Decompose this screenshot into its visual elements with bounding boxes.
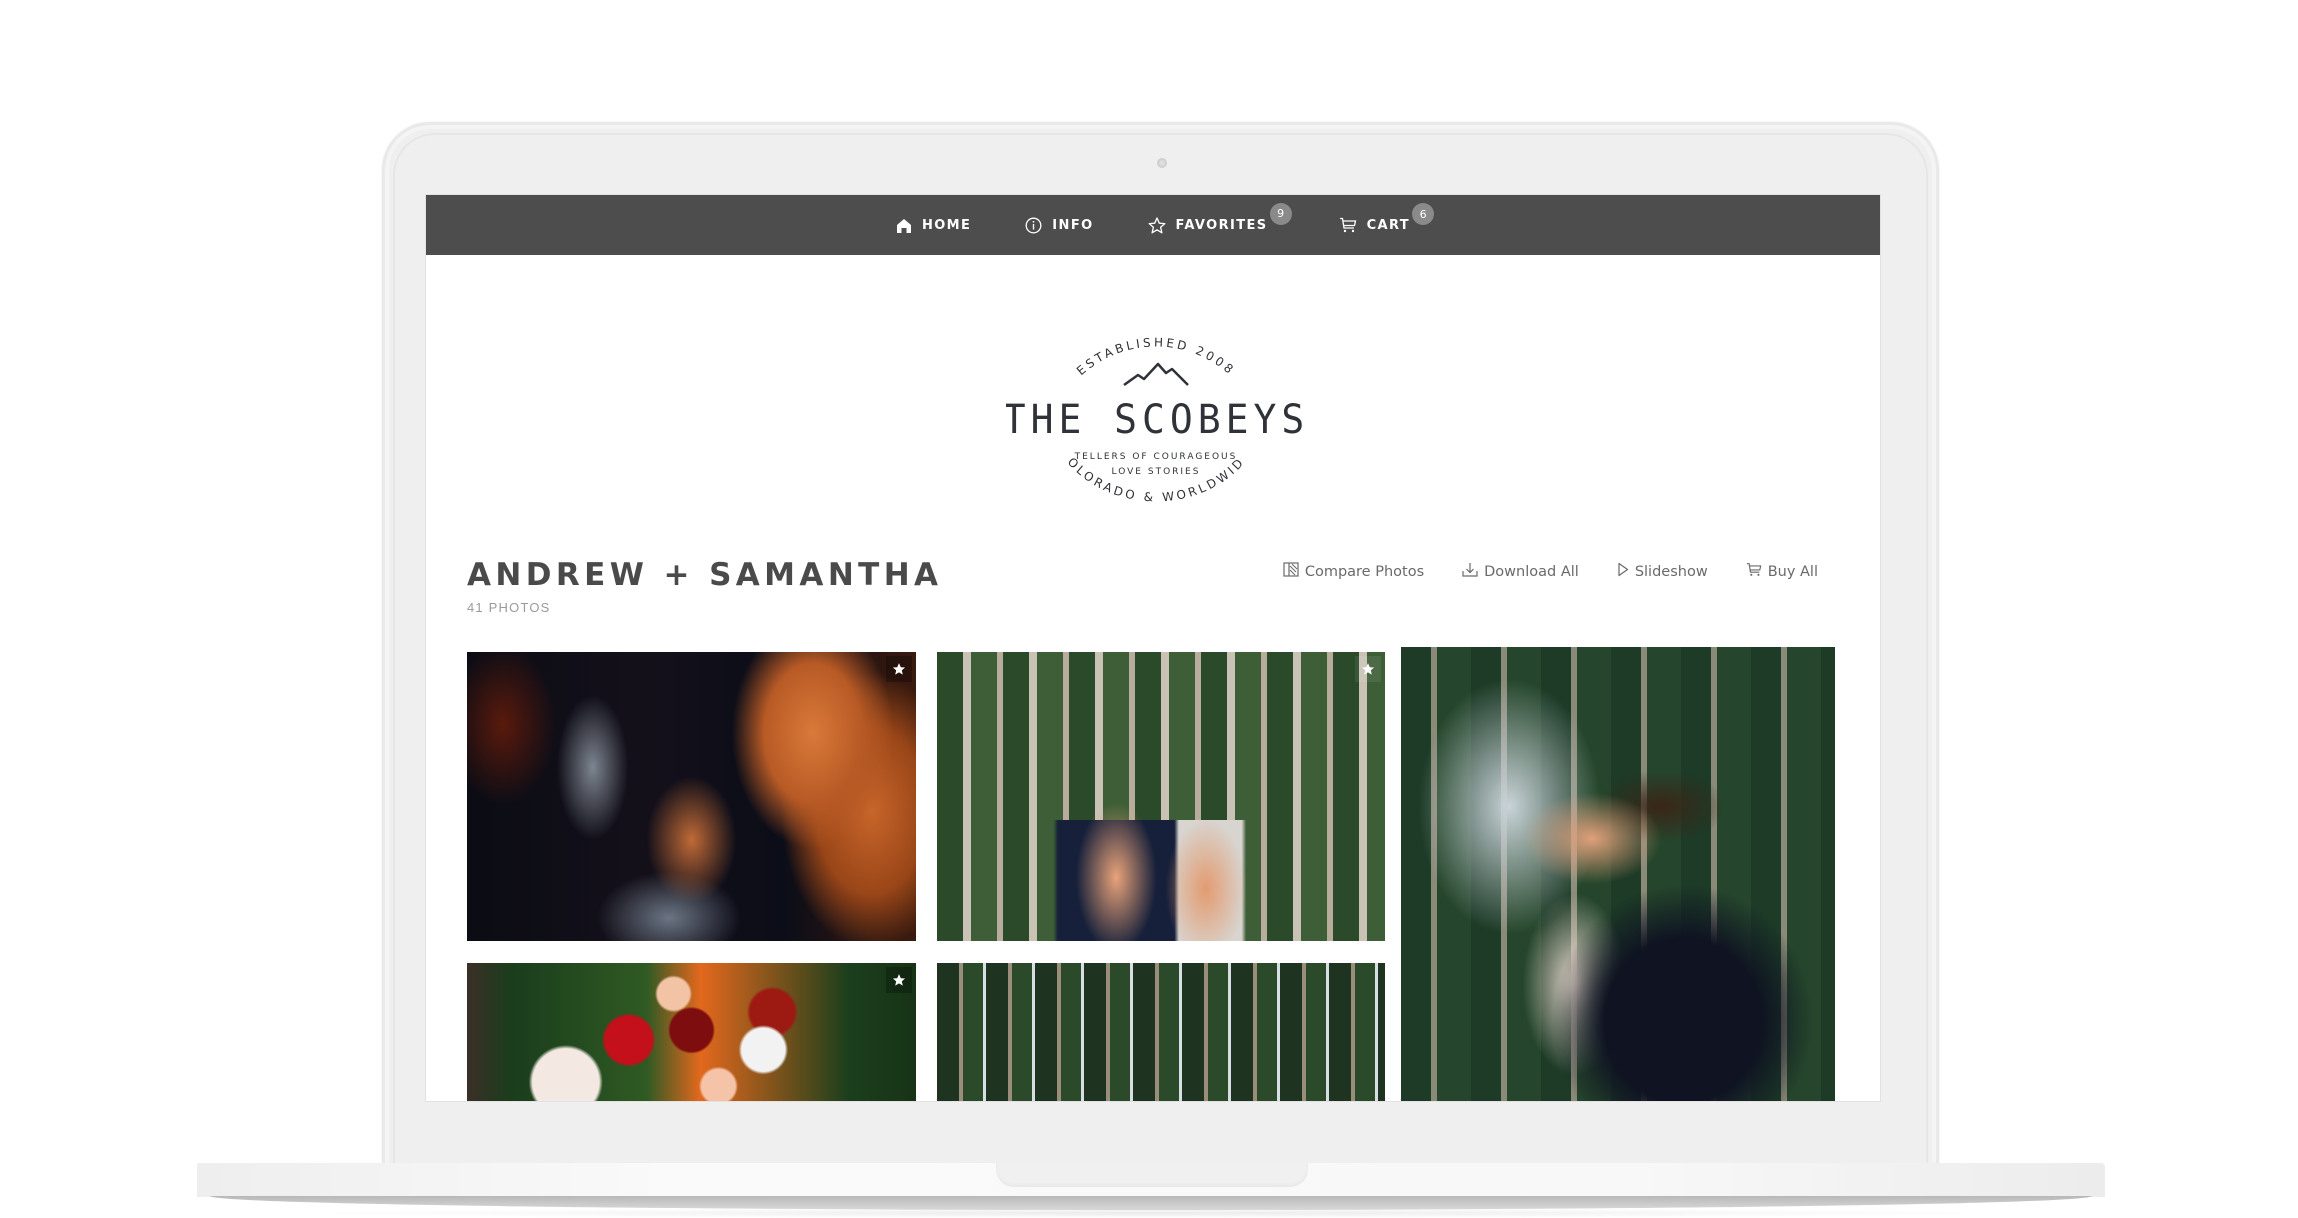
nav-favorites[interactable]: FAVORITES 9 [1148, 202, 1292, 234]
home-icon [896, 218, 912, 233]
download-all-button[interactable]: Download All [1462, 562, 1579, 581]
nav-info-label: INFO [1052, 217, 1094, 233]
nav-home[interactable]: HOME [896, 218, 971, 233]
logo-established-arc: ESTABLISHED 2008 [1074, 335, 1238, 378]
webcam-icon [1157, 158, 1167, 168]
mountain-icon [1123, 362, 1189, 387]
compare-photos-label: Compare Photos [1304, 563, 1425, 580]
laptop-opening-notch [996, 1163, 1308, 1187]
nav-favorites-label: FAVORITES [1175, 217, 1268, 233]
cart-icon [1746, 562, 1762, 581]
logo-tagline-line1: TELLERS OF COURAGEOUS [1074, 452, 1238, 462]
nav-cart[interactable]: CART 6 [1339, 203, 1435, 233]
cart-icon [1339, 217, 1357, 233]
photo-thumbnail[interactable] [937, 652, 1385, 941]
gallery-title: ANDREW + SAMANTHA [467, 557, 943, 593]
logo-tagline-line2: LOVE STORIES [1112, 467, 1201, 477]
buy-all-button[interactable]: Buy All [1746, 562, 1818, 581]
nav-info[interactable]: INFO [1025, 217, 1093, 234]
photo-thumbnail[interactable] [467, 963, 916, 1101]
nav-cart-label: CART [1366, 217, 1411, 233]
studio-logo[interactable]: ESTABLISHED 2008 THE SCOBEYS TELLERS OF … [1000, 300, 1306, 521]
play-icon [1617, 562, 1629, 581]
nav-home-label: HOME [921, 217, 972, 233]
laptop-bottom-bezel [425, 1102, 1881, 1163]
gallery-actions: Compare Photos Download All Slideshow Bu… [1283, 562, 1818, 581]
compare-icon [1283, 562, 1299, 581]
favorite-star-icon[interactable] [886, 967, 912, 993]
photo-thumbnail[interactable] [1401, 647, 1835, 1101]
slideshow-button[interactable]: Slideshow [1617, 562, 1708, 581]
favorites-count-badge: 9 [1269, 202, 1292, 225]
compare-photos-button[interactable]: Compare Photos [1283, 562, 1424, 581]
logo-name: THE SCOBEYS [1006, 397, 1306, 443]
favorite-star-icon[interactable] [886, 656, 912, 682]
photo-count: 41 PHOTOS [467, 600, 551, 615]
top-navigation: HOME INFO FAVORITES 9 CART 6 [426, 195, 1880, 255]
info-icon [1025, 217, 1042, 234]
buy-all-label: Buy All [1767, 563, 1818, 580]
photo-thumbnail[interactable] [467, 652, 916, 941]
cart-count-badge: 6 [1412, 203, 1435, 225]
favorite-star-icon[interactable] [1355, 656, 1381, 682]
download-icon [1462, 562, 1478, 581]
slideshow-label: Slideshow [1634, 563, 1708, 580]
download-all-label: Download All [1484, 563, 1579, 580]
browser-screen: HOME INFO FAVORITES 9 CART 6 ESTABLISHED… [425, 194, 1881, 1102]
photo-thumbnail[interactable] [937, 963, 1385, 1101]
laptop-shadow [260, 1208, 2040, 1218]
star-icon [1148, 216, 1166, 234]
